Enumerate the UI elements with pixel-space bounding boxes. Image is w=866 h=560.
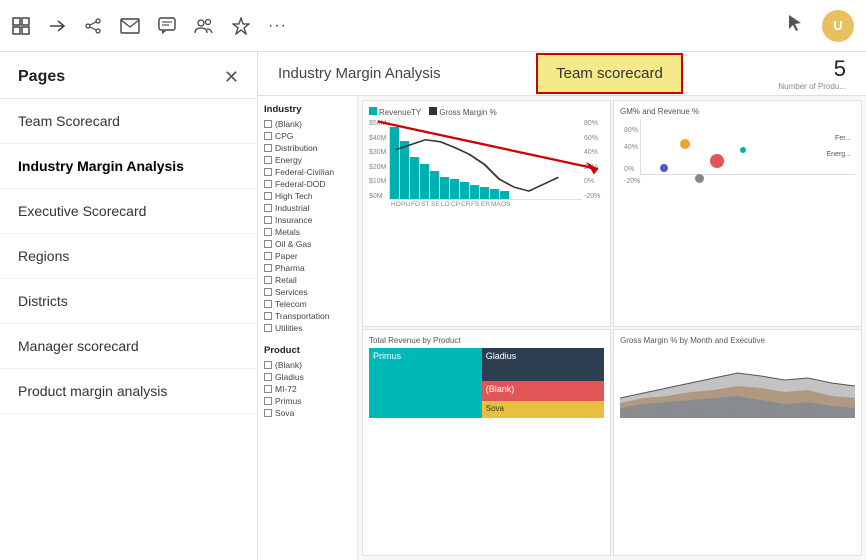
treemap-sova: Sova <box>482 401 604 418</box>
toolbar: ··· U <box>0 0 866 52</box>
industry-item-metals[interactable]: Metals <box>264 227 351 237</box>
industry-item-dist[interactable]: Distribution <box>264 143 351 153</box>
product-item-blank[interactable]: (Blank) <box>264 360 351 370</box>
star-icon[interactable] <box>232 17 250 35</box>
sidebar-item-executive-scorecard[interactable]: Executive Scorecard <box>0 189 257 234</box>
industry-item-hightech[interactable]: High Tech <box>264 191 351 201</box>
industry-item-blank[interactable]: (Blank) <box>264 119 351 129</box>
sidebar-item-manager-scorecard[interactable]: Manager scorecard <box>0 324 257 369</box>
scatter-dot <box>710 154 724 168</box>
sidebar-items: Team Scorecard Industry Margin Analysis … <box>0 99 257 560</box>
product-label: Product <box>264 345 351 356</box>
kpi-number: 5 <box>778 56 846 82</box>
avatar: U <box>822 10 854 42</box>
treemap: Primus Gladius (Blank) Sova <box>369 348 604 418</box>
chart1-title: RevenueTY Gross Margin % <box>369 107 604 117</box>
industry-item-oilgas[interactable]: Oil & Gas <box>264 239 351 249</box>
svg-text:May: May <box>761 411 775 417</box>
scatter-dot <box>740 147 746 153</box>
svg-text:Jun: Jun <box>802 411 814 417</box>
sidebar-item-product-margin[interactable]: Product margin analysis <box>0 369 257 414</box>
sidebar: Pages ✕ Team Scorecard Industry Margin A… <box>0 52 258 560</box>
chart4-title: Gross Margin % by Month and Executive <box>620 336 855 345</box>
dashboard-page-title: Industry Margin Analysis <box>278 65 441 82</box>
product-item-mi72[interactable]: MI-72 <box>264 384 351 394</box>
industry-item-paper[interactable]: Paper <box>264 251 351 261</box>
scatter-dot <box>660 164 668 172</box>
industry-item-retail[interactable]: Retail <box>264 275 351 285</box>
main-layout: Pages ✕ Team Scorecard Industry Margin A… <box>0 52 866 560</box>
dashboard-number: 5 Number of Produ... <box>778 56 846 91</box>
area-chart: Gross Margin % by Month and Executive Ja… <box>613 329 862 556</box>
grid-icon[interactable] <box>12 17 30 35</box>
content-area: Industry Margin Analysis Team scorecard … <box>258 52 866 560</box>
industry-item-fed-dod[interactable]: Federal-DOD <box>264 179 351 189</box>
industry-label: Industry <box>264 104 351 115</box>
sidebar-item-industry-margin[interactable]: Industry Margin Analysis <box>0 144 257 189</box>
industry-item-util[interactable]: Utilities <box>264 323 351 333</box>
email-icon[interactable] <box>120 18 140 34</box>
arrow-right-icon[interactable] <box>48 17 66 35</box>
teams-icon[interactable] <box>194 17 214 35</box>
charts-area: Industry (Blank) CPG Distribution Energy… <box>258 96 866 560</box>
bar-line-chart: RevenueTY Gross Margin % $50M$40M$30M$20… <box>362 100 611 327</box>
treemap-blank: (Blank) <box>482 381 604 401</box>
svg-text:Mar: Mar <box>691 411 704 417</box>
comment-icon[interactable] <box>158 17 176 35</box>
industry-item-insurance[interactable]: Insurance <box>264 215 351 225</box>
scatter-dot <box>680 139 690 149</box>
industry-item-cpg[interactable]: CPG <box>264 131 351 141</box>
svg-text:Apr: Apr <box>726 411 738 417</box>
scatter-dot <box>695 174 704 183</box>
sidebar-item-districts[interactable]: Districts <box>0 279 257 324</box>
sidebar-item-regions[interactable]: Regions <box>0 234 257 279</box>
sidebar-header: Pages ✕ <box>0 52 257 99</box>
treemap-primus: Primus <box>369 348 482 418</box>
svg-text:Jan: Jan <box>620 411 632 417</box>
industry-item-telecom[interactable]: Telecom <box>264 299 351 309</box>
charts-grid: RevenueTY Gross Margin % $50M$40M$30M$20… <box>358 96 866 560</box>
industry-item-pharma[interactable]: Pharma <box>264 263 351 273</box>
more-icon[interactable]: ··· <box>268 17 287 35</box>
sidebar-title: Pages <box>18 68 65 86</box>
treemap-gladius: Gladius <box>482 348 604 381</box>
industry-item-services[interactable]: Services <box>264 287 351 297</box>
sidebar-item-label: Executive Scorecard <box>18 203 146 219</box>
chart2-title: GM% and Revenue % <box>620 107 855 116</box>
sidebar-close-button[interactable]: ✕ <box>224 68 239 86</box>
kpi-sublabel: Number of Produ... <box>778 82 846 91</box>
sidebar-item-label: Districts <box>18 293 68 309</box>
share-icon[interactable] <box>84 17 102 35</box>
sidebar-item-label: Regions <box>18 248 69 264</box>
industry-item-trans[interactable]: Transportation <box>264 311 351 321</box>
treemap-chart: Total Revenue by Product Primus Gladius … <box>362 329 611 556</box>
left-panel: Industry (Blank) CPG Distribution Energy… <box>258 96 358 560</box>
scatter-area: Fer... Energ... 80% 40% 0% -20% <box>620 119 855 189</box>
dashboard-header: Industry Margin Analysis Team scorecard … <box>258 52 866 96</box>
scatter-chart: GM% and Revenue % Fer... Energ... <box>613 100 862 327</box>
area-chart-svg: Jan Feb Mar Apr May Jun <box>620 348 855 418</box>
sidebar-item-label: Industry Margin Analysis <box>18 158 184 174</box>
svg-text:Feb: Feb <box>655 411 668 417</box>
product-item-gladius[interactable]: Gladius <box>264 372 351 382</box>
product-item-sova[interactable]: Sova <box>264 408 351 418</box>
chart3-title: Total Revenue by Product <box>369 336 604 345</box>
sidebar-item-label: Manager scorecard <box>18 338 139 354</box>
industry-item-fed-civ[interactable]: Federal-Civilian <box>264 167 351 177</box>
sidebar-item-label: Team Scorecard <box>18 113 120 129</box>
industry-item-industrial[interactable]: Industrial <box>264 203 351 213</box>
industry-item-energy[interactable]: Energy <box>264 155 351 165</box>
sidebar-item-label: Product margin analysis <box>18 383 167 399</box>
product-item-primus[interactable]: Primus <box>264 396 351 406</box>
team-scorecard-box[interactable]: Team scorecard <box>536 53 683 94</box>
sidebar-item-team-scorecard[interactable]: Team Scorecard <box>0 99 257 144</box>
cursor-icon <box>786 14 804 37</box>
